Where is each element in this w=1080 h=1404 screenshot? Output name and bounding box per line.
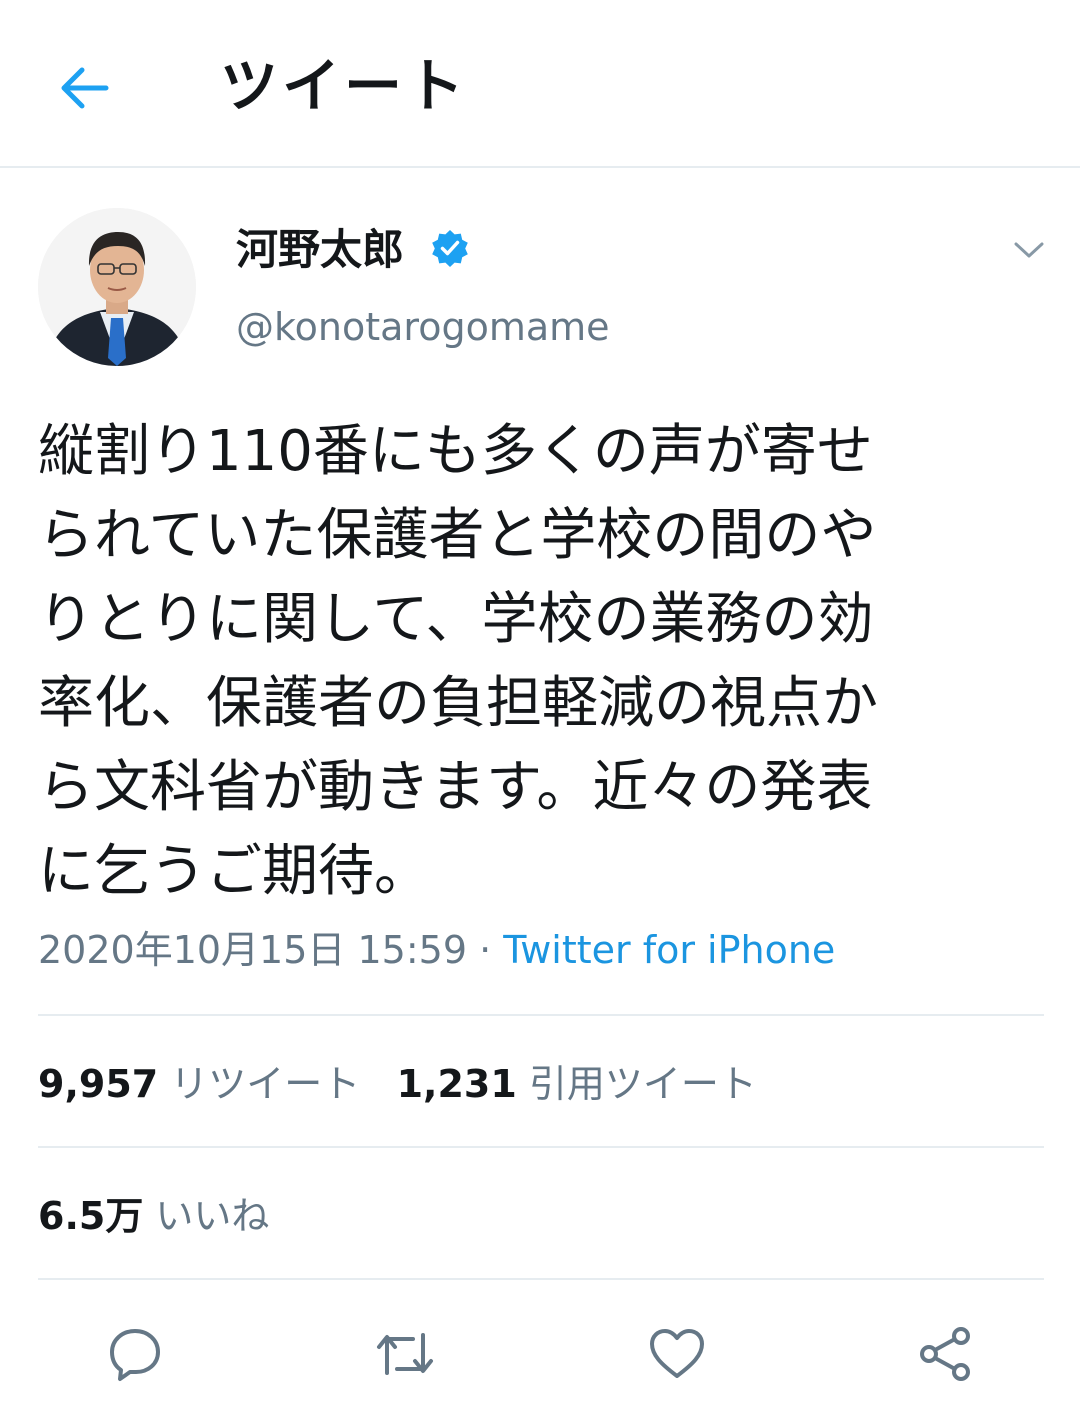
divider [38, 1014, 1044, 1016]
retweets-label: リツイート [170, 1062, 361, 1106]
likes-label: いいね [155, 1194, 270, 1238]
tweet-timestamp[interactable]: 2020年10月15日 15:59 [38, 928, 467, 972]
tweet-text-line: 率化、保護者の負担軽減の視点か [38, 671, 878, 736]
retweet-icon [377, 1333, 433, 1375]
profile-photo [38, 208, 196, 366]
retweet-button[interactable] [370, 1318, 440, 1390]
tweet-text-line: 縦割り110番にも多くの声が寄せ [38, 419, 873, 484]
share-icon [920, 1327, 970, 1381]
tweet-actions-bar [0, 1318, 1080, 1390]
tweet-text-line: ら文科省が動きます。近々の発表 [38, 755, 873, 820]
quotes-link[interactable]: 1,231 引用ツイート [397, 1062, 757, 1106]
retweets-link[interactable]: 9,957 リツイート [38, 1062, 360, 1106]
likes-link[interactable]: 6.5万 いいね [38, 1188, 269, 1244]
verified-badge-icon [432, 230, 468, 267]
tweet-text-line: りとりに関して、学校の業務の効 [38, 587, 874, 652]
tweet-menu-button[interactable] [1004, 230, 1054, 270]
quotes-label: 引用ツイート [528, 1062, 757, 1106]
page-title: ツイート [220, 52, 469, 120]
avatar[interactable] [38, 208, 196, 366]
likes-count: 6.5万 [38, 1194, 144, 1238]
chevron-down-icon [1014, 242, 1044, 258]
tweet-meta: 2020年10月15日 15:59 · Twitter for iPhone [38, 924, 835, 976]
top-bar: ツイート [0, 0, 1080, 168]
quotes-count: 1,231 [396, 1062, 517, 1106]
back-button[interactable] [52, 58, 116, 118]
heart-icon [650, 1329, 704, 1378]
divider [38, 1146, 1044, 1148]
author-handle[interactable]: @konotarogomame [236, 302, 610, 352]
tweet-source-link[interactable]: Twitter for iPhone [503, 928, 835, 972]
divider [38, 1278, 1044, 1280]
retweets-count: 9,957 [38, 1062, 159, 1106]
reply-button[interactable] [100, 1318, 170, 1390]
retweet-stats: 9,957 リツイート 1,231 引用ツイート [38, 1056, 757, 1112]
share-button[interactable] [910, 1318, 980, 1390]
tweet-text-line: に乞うご期待。 [38, 839, 430, 904]
tweet-text-line: られていた保護者と学校の間のや [38, 503, 877, 568]
tweet-text: 縦割り110番にも多くの声が寄せ られていた保護者と学校の間のや りとりに関して… [38, 410, 1048, 914]
like-button[interactable] [642, 1318, 712, 1390]
author-name[interactable]: 河野太郎 [236, 222, 404, 278]
arrow-left-icon [61, 67, 109, 109]
meta-separator: · [467, 928, 504, 972]
reply-icon [110, 1329, 160, 1381]
